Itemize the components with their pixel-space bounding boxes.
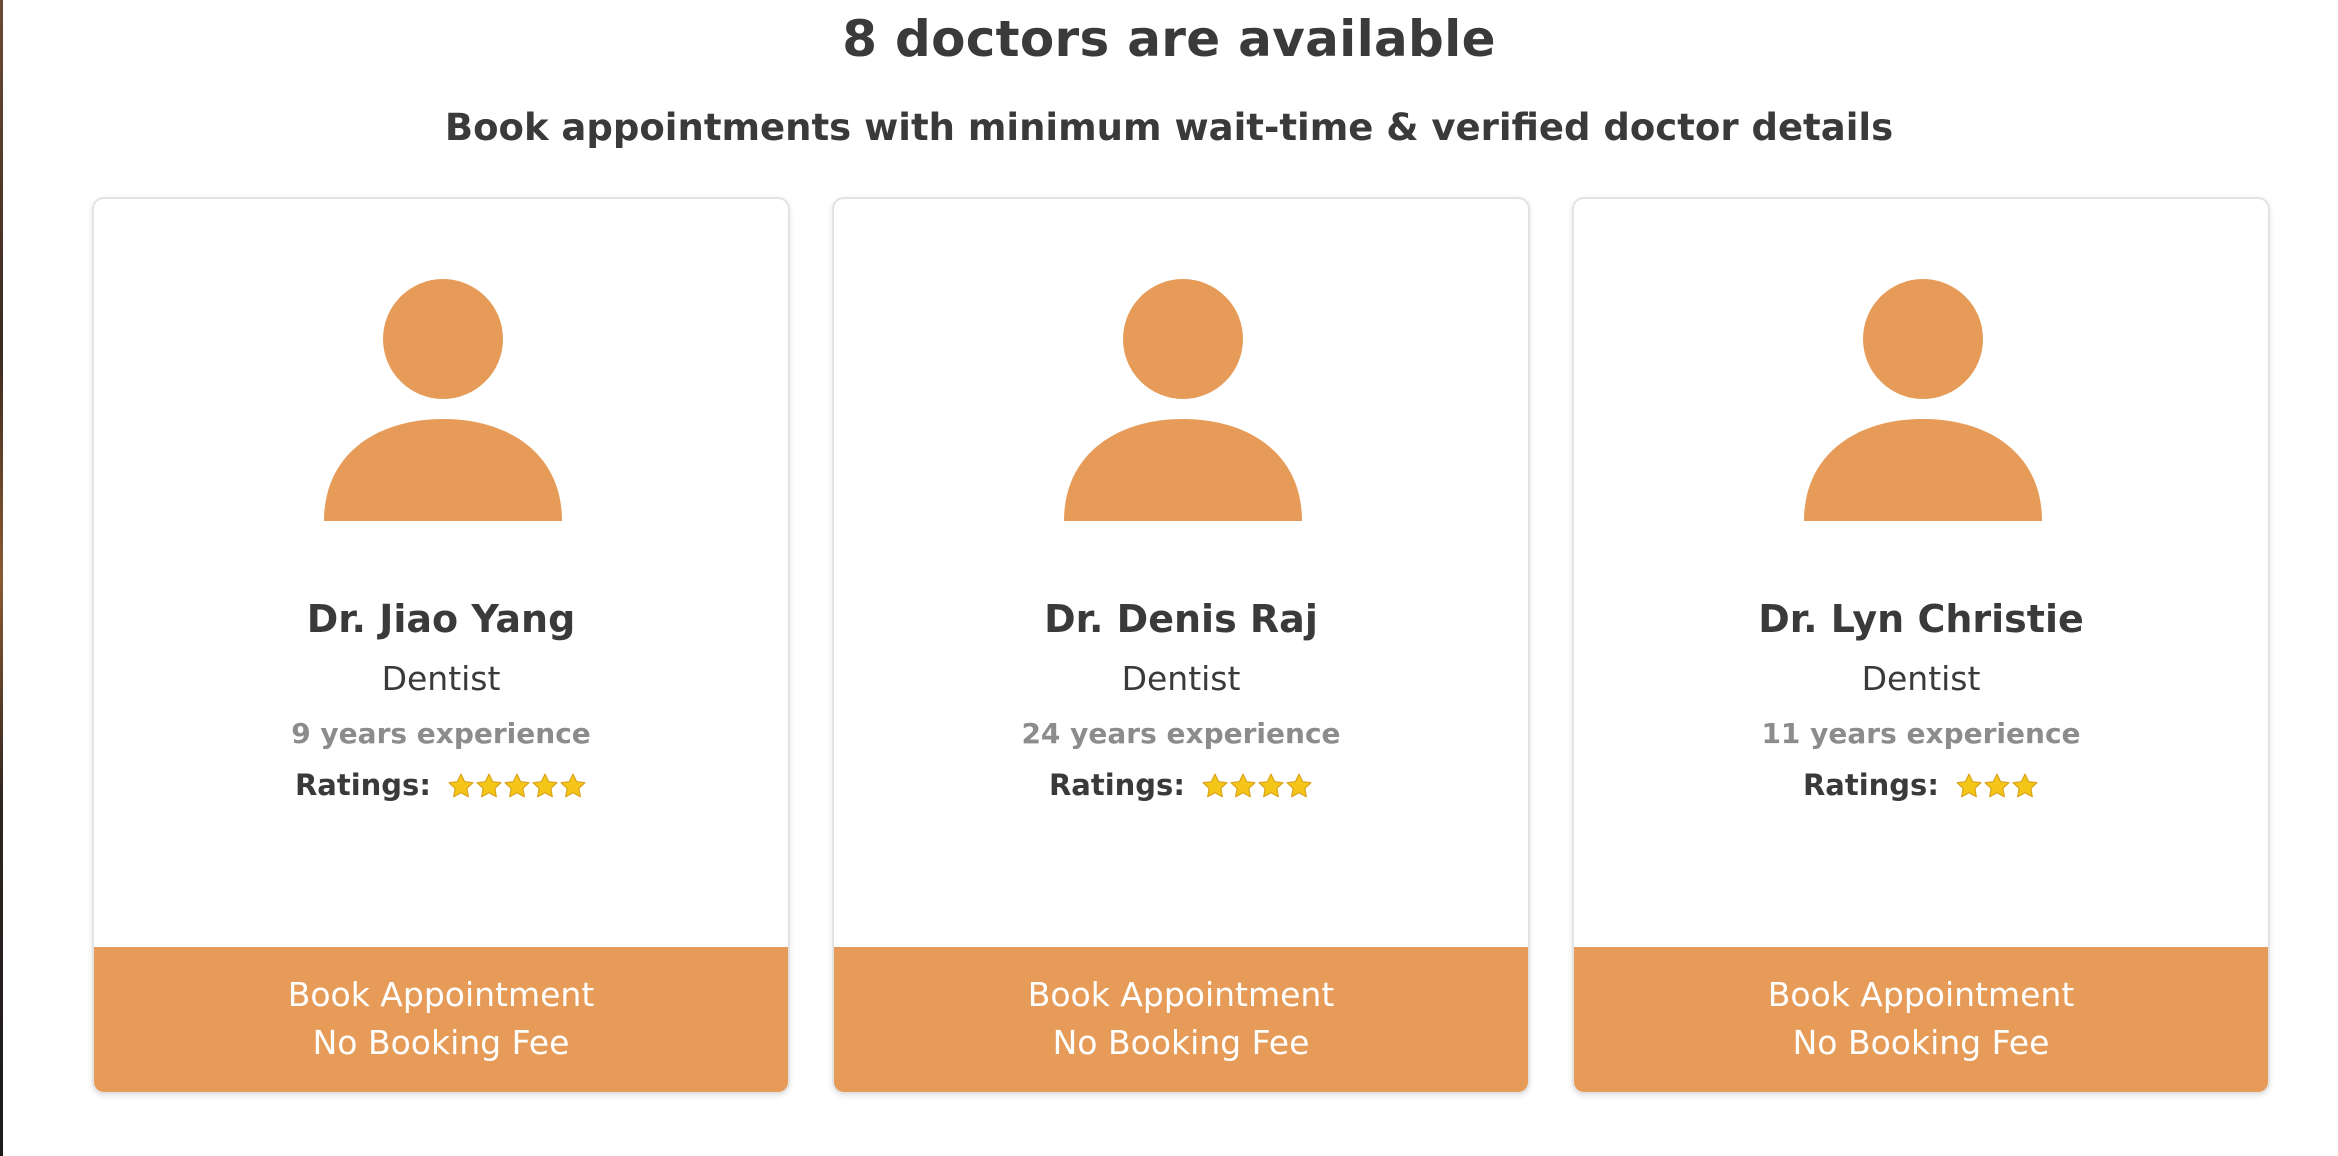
book-appointment-button[interactable]: Book Appointment No Booking Fee [834, 947, 1528, 1092]
ratings-label: Ratings: [294, 768, 431, 802]
ratings-label: Ratings: [1048, 768, 1185, 802]
doctor-specialty: Dentist [1861, 659, 1981, 698]
book-appointment-label: Book Appointment [1027, 975, 1335, 1014]
star-icon [1202, 773, 1228, 798]
doctor-specialty: Dentist [1121, 659, 1241, 698]
book-appointment-button[interactable]: Book Appointment No Booking Fee [1574, 947, 2268, 1092]
person-icon [1802, 279, 2044, 521]
doctor-rating: Ratings: [94, 765, 788, 807]
doctor-specialty: Dentist [381, 659, 501, 698]
doctor-card: Dr. Denis Raj Dentist 24 years experienc… [832, 197, 1530, 1094]
star-icon [504, 773, 530, 798]
doctor-rating: Ratings: [1574, 765, 2268, 807]
doctor-name: Dr. Denis Raj [1044, 597, 1318, 641]
star-icon [532, 773, 558, 798]
star-icon [1984, 773, 2010, 798]
doctor-experience: 11 years experience [1761, 717, 2081, 750]
doctor-card: Dr. Lyn Christie Dentist 11 years experi… [1572, 197, 2270, 1094]
booking-fee-label: No Booking Fee [1052, 1023, 1310, 1062]
booking-fee-label: No Booking Fee [312, 1023, 570, 1062]
book-appointment-button[interactable]: Book Appointment No Booking Fee [94, 947, 788, 1092]
page-title: 8 doctors are available [842, 10, 1496, 68]
person-icon [322, 279, 564, 521]
star-icon [1258, 773, 1284, 798]
book-appointment-label: Book Appointment [287, 975, 595, 1014]
booking-fee-label: No Booking Fee [1792, 1023, 2050, 1062]
star-icon [476, 773, 502, 798]
rating-stars [1201, 764, 1313, 804]
star-icon [560, 773, 586, 798]
doctor-name: Dr. Jiao Yang [306, 597, 576, 641]
page-subtitle: Book appointments with minimum wait-time… [444, 106, 1894, 149]
star-icon [2012, 773, 2038, 798]
star-icon [1956, 773, 1982, 798]
person-icon [1062, 279, 1304, 521]
doctor-card: Dr. Jiao Yang Dentist 9 years experience… [92, 197, 790, 1094]
star-icon [1230, 773, 1256, 798]
rating-stars [447, 764, 587, 804]
ratings-label: Ratings: [1802, 768, 1939, 802]
star-icon [448, 773, 474, 798]
star-icon [1286, 773, 1312, 798]
book-appointment-label: Book Appointment [1767, 975, 2075, 1014]
doctor-experience: 9 years experience [291, 717, 591, 750]
doctor-name: Dr. Lyn Christie [1758, 597, 2084, 641]
window-edge [0, 0, 3, 1156]
doctor-card-list: Dr. Jiao Yang Dentist 9 years experience… [92, 197, 2272, 1097]
doctor-experience: 24 years experience [1021, 717, 1341, 750]
doctor-rating: Ratings: [834, 765, 1528, 807]
rating-stars [1955, 764, 2039, 804]
